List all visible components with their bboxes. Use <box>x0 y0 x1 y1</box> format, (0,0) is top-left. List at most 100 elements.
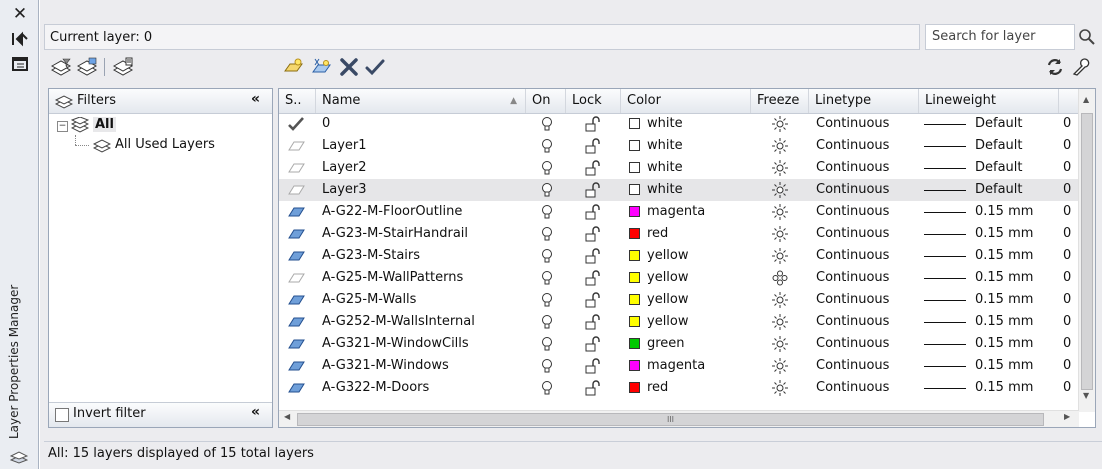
hscroll-thumb[interactable]: III <box>297 413 1044 426</box>
collapse-filters-icon[interactable]: « <box>251 91 260 107</box>
properties-menu-icon[interactable] <box>9 54 31 74</box>
unlocked-padlock-icon[interactable] <box>584 380 602 402</box>
color-name[interactable]: yellow <box>647 245 689 267</box>
layer-row[interactable]: A-G23-M-StairHandrail red Continuous 0.15 m… <box>279 223 1079 245</box>
tree-item-all-used-layers[interactable]: All Used Layers <box>115 137 215 152</box>
color-swatch[interactable] <box>629 316 640 327</box>
transparency-value[interactable]: 0 <box>1063 135 1071 157</box>
tree-collapse-icon[interactable]: − <box>57 121 68 132</box>
delete-layer-icon[interactable] <box>338 56 360 78</box>
linetype-name[interactable]: Continuous <box>816 289 889 311</box>
lineweight-value[interactable]: 0.15 mm <box>975 267 1033 289</box>
new-group-filter-icon[interactable] <box>76 56 98 78</box>
color-name[interactable]: white <box>647 113 683 135</box>
layer-row[interactable]: 0 white Continuous Default 0 <box>279 113 1079 135</box>
transparency-value[interactable]: 0 <box>1063 179 1071 201</box>
transparency-value[interactable]: 0 <box>1063 289 1071 311</box>
col-more[interactable] <box>1059 89 1079 113</box>
lineweight-value[interactable]: Default <box>975 179 1023 201</box>
layer-name[interactable]: 0 <box>322 113 330 135</box>
linetype-name[interactable]: Continuous <box>816 355 889 377</box>
layer-row[interactable]: A-G322-M-Doors red Continuous 0.15 mm 0 <box>279 377 1079 399</box>
scroll-up-icon[interactable]: ▲ <box>1083 95 1089 104</box>
layer-row[interactable]: A-G321-M-Windows magenta Continuous 0.15 mm… <box>279 355 1079 377</box>
layer-row[interactable]: A-G23-M-Stairs yellow Continuous 0.15 mm 0 <box>279 245 1079 267</box>
vscroll-thumb[interactable] <box>1081 113 1093 390</box>
transparency-value[interactable]: 0 <box>1063 245 1071 267</box>
col-color[interactable]: Color <box>621 89 751 113</box>
layer-row[interactable]: A-G25-M-Walls yellow Continuous 0.15 mm 0 <box>279 289 1079 311</box>
color-name[interactable]: magenta <box>647 201 705 223</box>
col-lock[interactable]: Lock <box>566 89 621 113</box>
color-name[interactable]: red <box>647 377 668 399</box>
transparency-value[interactable]: 0 <box>1063 355 1071 377</box>
layer-name[interactable]: A-G23-M-Stairs <box>322 245 420 267</box>
lightbulb-on-icon[interactable] <box>541 380 553 402</box>
color-name[interactable]: green <box>647 333 685 355</box>
layer-row[interactable]: Layer3 white Continuous Default 0 <box>279 179 1079 201</box>
layer-name[interactable]: A-G321-M-Windows <box>322 355 449 377</box>
set-current-icon[interactable] <box>364 56 386 78</box>
color-swatch[interactable] <box>629 228 640 239</box>
color-swatch[interactable] <box>629 250 640 261</box>
invert-filter-checkbox[interactable] <box>55 408 69 422</box>
new-property-filter-icon[interactable] <box>50 56 72 78</box>
scroll-left-icon[interactable]: ◀ <box>284 412 290 421</box>
layer-name[interactable]: A-G25-M-WallPatterns <box>322 267 463 289</box>
layer-name[interactable]: Layer2 <box>322 157 367 179</box>
layer-row[interactable]: A-G22-M-FloorOutline magenta Continuous 0.1… <box>279 201 1079 223</box>
scroll-down-icon[interactable]: ▼ <box>1083 391 1089 400</box>
lineweight-value[interactable]: 0.15 mm <box>975 311 1033 333</box>
layer-name[interactable]: A-G252-M-WallsInternal <box>322 311 475 333</box>
layer-name[interactable]: A-G321-M-WindowCills <box>322 333 469 355</box>
refresh-icon[interactable] <box>1044 56 1066 78</box>
layer-row[interactable]: Layer2 white Continuous Default 0 <box>279 157 1079 179</box>
new-layer-icon[interactable] <box>282 56 304 78</box>
color-swatch[interactable] <box>629 140 640 151</box>
linetype-name[interactable]: Continuous <box>816 157 889 179</box>
tree-item-all[interactable]: All <box>93 117 116 132</box>
vertical-scrollbar[interactable]: ▲ ▼ <box>1078 89 1095 412</box>
layer-name[interactable]: A-G25-M-Walls <box>322 289 416 311</box>
col-lineweight[interactable]: Lineweight <box>919 89 1059 113</box>
color-name[interactable]: white <box>647 179 683 201</box>
transparency-value[interactable]: 0 <box>1063 377 1071 399</box>
transparency-value[interactable]: 0 <box>1063 113 1071 135</box>
color-name[interactable]: red <box>647 223 668 245</box>
linetype-name[interactable]: Continuous <box>816 135 889 157</box>
lineweight-value[interactable]: 0.15 mm <box>975 245 1033 267</box>
lineweight-value[interactable]: 0.15 mm <box>975 223 1033 245</box>
auto-hide-icon[interactable] <box>9 29 31 49</box>
color-swatch[interactable] <box>629 360 640 371</box>
layer-name[interactable]: A-G322-M-Doors <box>322 377 429 399</box>
scroll-right-icon[interactable]: ▶ <box>1064 412 1070 421</box>
col-status[interactable]: S.. <box>279 89 316 113</box>
col-freeze[interactable]: Freeze <box>751 89 809 113</box>
lineweight-value[interactable]: 0.15 mm <box>975 355 1033 377</box>
color-swatch[interactable] <box>629 382 640 393</box>
layer-name[interactable]: A-G23-M-StairHandrail <box>322 223 468 245</box>
color-swatch[interactable] <box>629 162 640 173</box>
layer-name[interactable]: Layer3 <box>322 179 367 201</box>
lineweight-value[interactable]: 0.15 mm <box>975 377 1033 399</box>
layer-states-manager-icon[interactable] <box>112 56 134 78</box>
layer-row[interactable]: A-G252-M-WallsInternal yellow Continuous 0.… <box>279 311 1079 333</box>
transparency-value[interactable]: 0 <box>1063 267 1071 289</box>
color-name[interactable]: yellow <box>647 289 689 311</box>
search-icon[interactable] <box>1078 28 1096 46</box>
linetype-name[interactable]: Continuous <box>816 113 889 135</box>
transparency-value[interactable]: 0 <box>1063 223 1071 245</box>
transparency-value[interactable]: 0 <box>1063 157 1071 179</box>
layer-row[interactable]: A-G321-M-WindowCills green Continuous 0.15 … <box>279 333 1079 355</box>
color-swatch[interactable] <box>629 272 640 283</box>
lineweight-value[interactable]: Default <box>975 113 1023 135</box>
color-swatch[interactable] <box>629 206 640 217</box>
settings-wrench-icon[interactable] <box>1070 56 1092 78</box>
linetype-name[interactable]: Continuous <box>816 223 889 245</box>
color-swatch[interactable] <box>629 338 640 349</box>
transparency-value[interactable]: 0 <box>1063 201 1071 223</box>
col-name[interactable]: Name ▲ <box>316 89 526 113</box>
color-name[interactable]: white <box>647 135 683 157</box>
color-name[interactable]: yellow <box>647 311 689 333</box>
linetype-name[interactable]: Continuous <box>816 201 889 223</box>
